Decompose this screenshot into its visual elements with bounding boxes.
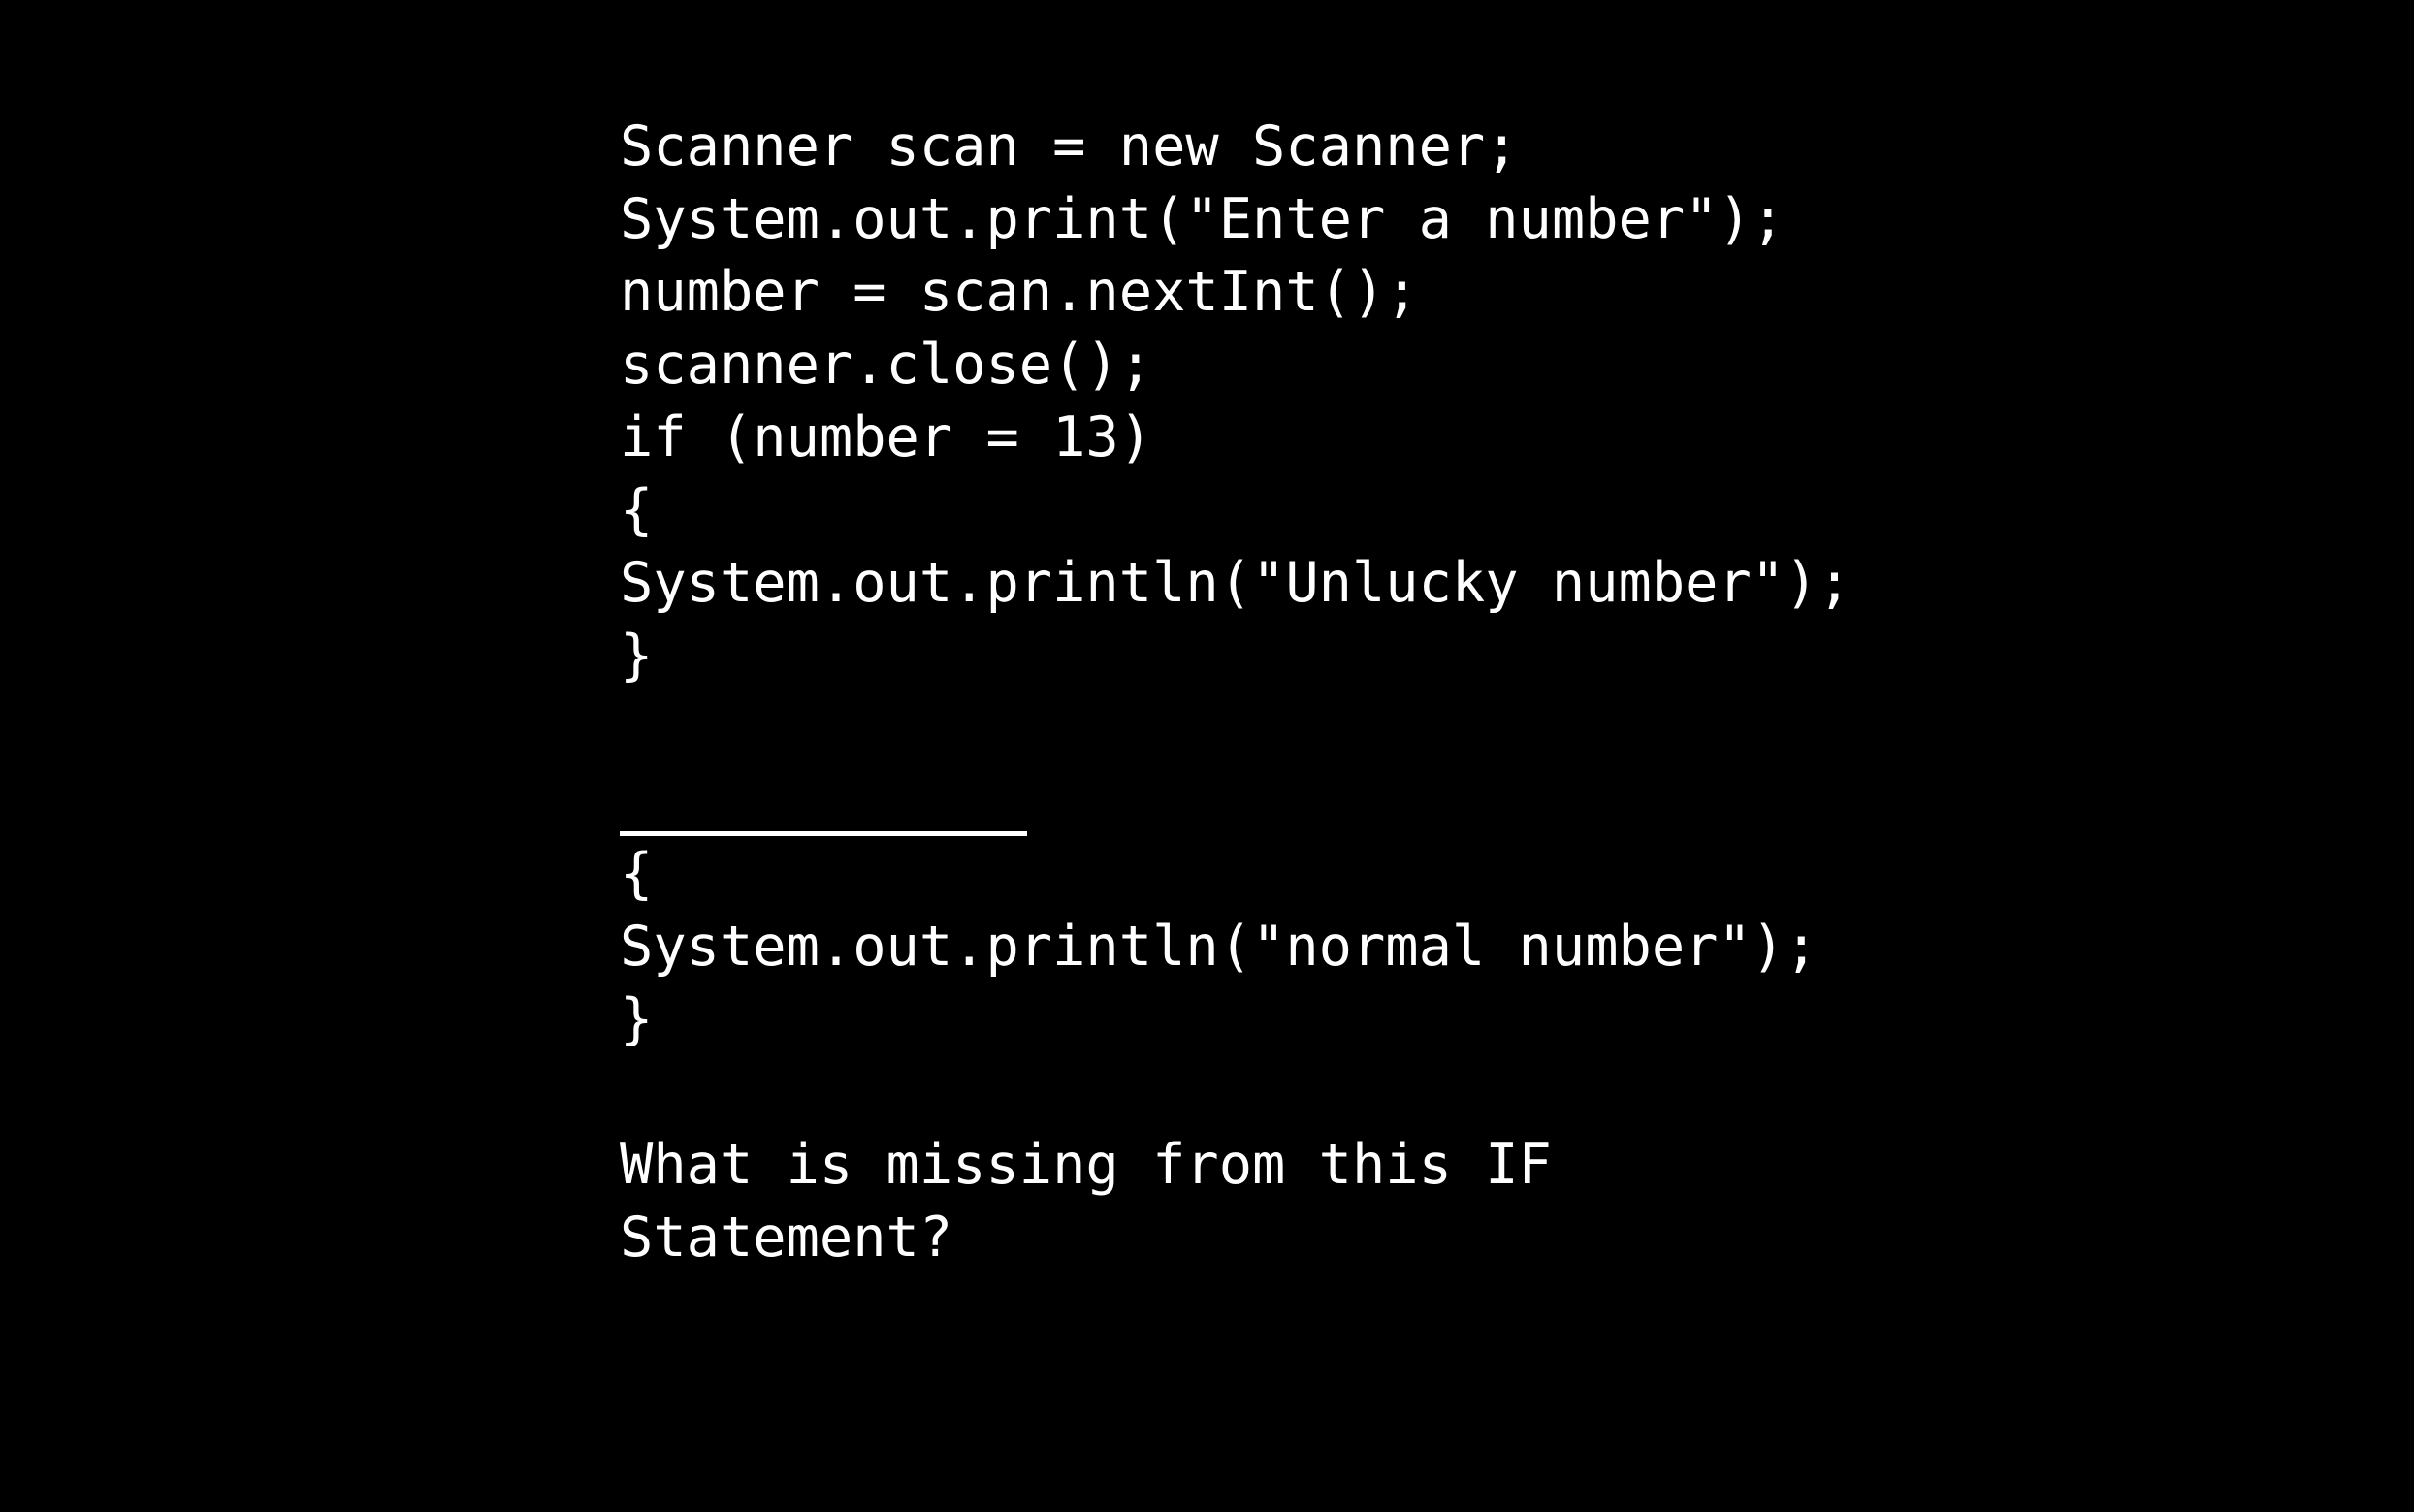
code-line: System.out.println("Unlucky number"); — [620, 551, 1851, 615]
slide-content: Scanner scan = new Scanner; System.out.p… — [620, 111, 2269, 1274]
code-line: } — [620, 624, 654, 688]
code-line: System.out.println("normal number"); — [620, 915, 1819, 979]
code-line: { — [620, 478, 654, 542]
question-text: What is missing from this IF Statement? — [620, 1133, 1586, 1270]
fill-in-blank — [620, 765, 2269, 838]
code-line: scanner.close(); — [620, 333, 1153, 397]
slide: { "code": { "block_one": [ "Scanner scan… — [0, 0, 2414, 1512]
code-line: if (number = 13) — [620, 405, 1153, 469]
code-block-main: Scanner scan = new Scanner; System.out.p… — [620, 111, 2269, 692]
code-line: { — [620, 842, 654, 906]
code-line: System.out.print("Enter a number"); — [620, 187, 1786, 251]
code-line: number = scan.nextInt(); — [620, 260, 1419, 324]
code-block-else: { System.out.println("normal number"); } — [620, 838, 2269, 1056]
code-line: } — [620, 987, 654, 1051]
blank-underline — [620, 831, 1027, 836]
code-line: Scanner scan = new Scanner; — [620, 114, 1519, 178]
